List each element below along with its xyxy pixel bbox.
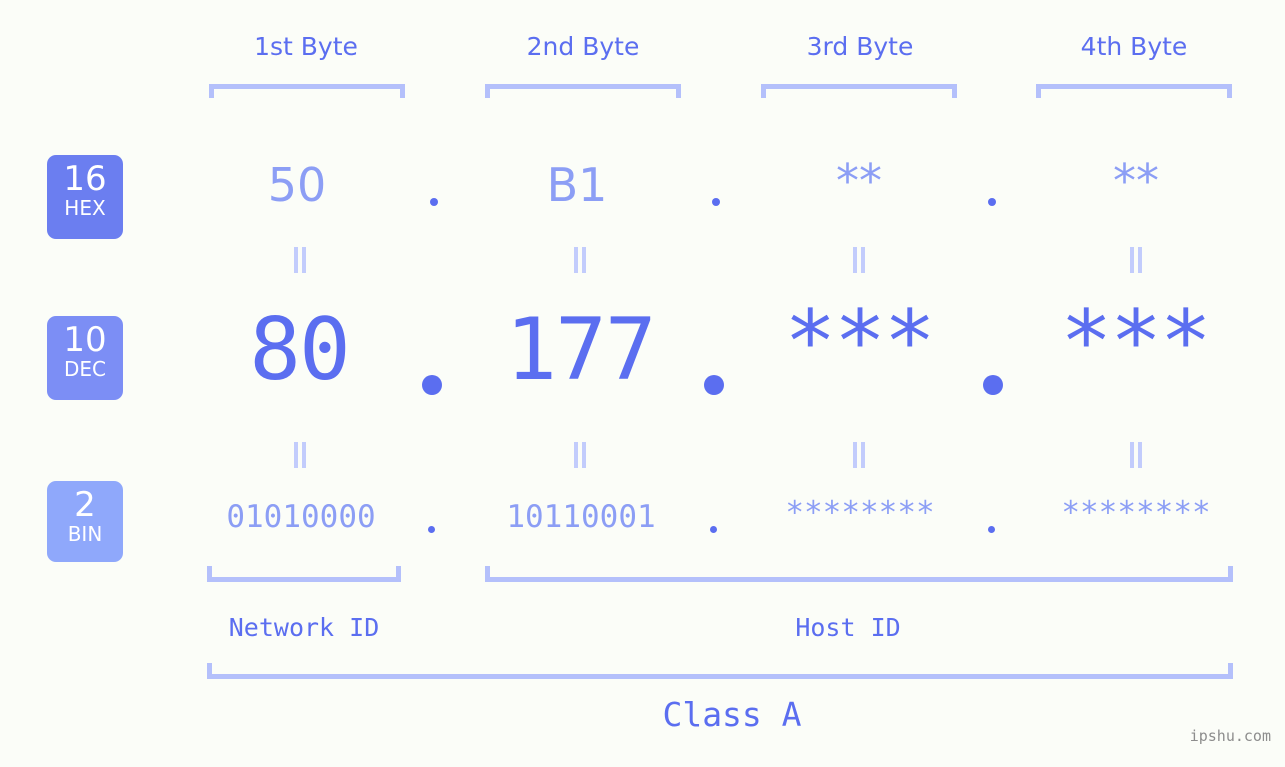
base-badge-dec-label: DEC xyxy=(63,357,106,381)
base-badge-bin: 2 BIN xyxy=(47,481,123,562)
host-id-bracket xyxy=(485,566,1233,582)
ip-byte-diagram: 1st Byte 2nd Byte 3rd Byte 4th Byte 16 H… xyxy=(0,0,1285,767)
equality-connector-dec-bin-2 xyxy=(572,442,588,468)
network-id-label: Network ID xyxy=(228,613,380,642)
bin-value-byte-1: 01010000 xyxy=(226,499,376,535)
byte-bracket-top-3 xyxy=(761,84,957,98)
base-badge-bin-label: BIN xyxy=(67,522,103,546)
dec-value-byte-1: 80 xyxy=(249,300,351,400)
base-badge-bin-number: 2 xyxy=(74,485,96,525)
hex-value-byte-3: ** xyxy=(836,154,882,208)
byte-bracket-top-4 xyxy=(1036,84,1232,98)
equality-connector-dec-bin-3 xyxy=(851,442,867,468)
bin-dot-separator-2 xyxy=(710,526,717,533)
bin-value-byte-2: 10110001 xyxy=(506,499,656,535)
bin-value-byte-4: ******** xyxy=(1061,495,1211,531)
equality-connector-hex-dec-4 xyxy=(1128,247,1144,273)
bin-value-byte-3: ******** xyxy=(785,495,935,531)
bin-dot-separator-3 xyxy=(988,526,995,533)
byte-header-3: 3rd Byte xyxy=(806,32,914,61)
hex-value-byte-1: 50 xyxy=(267,158,327,212)
hex-value-byte-4: ** xyxy=(1113,154,1159,208)
base-badge-hex: 16 HEX xyxy=(47,155,123,239)
equality-connector-hex-dec-2 xyxy=(572,247,588,273)
equality-connector-dec-bin-4 xyxy=(1128,442,1144,468)
host-id-label: Host ID xyxy=(795,613,901,642)
dec-dot-separator-1 xyxy=(422,375,442,395)
bin-dot-separator-1 xyxy=(428,526,435,533)
hex-value-byte-2: B1 xyxy=(546,158,608,212)
hex-dot-separator-2 xyxy=(712,198,720,206)
hex-dot-separator-3 xyxy=(988,198,996,206)
byte-header-1: 1st Byte xyxy=(254,32,358,61)
dec-value-byte-2: 177 xyxy=(505,300,656,400)
hex-dot-separator-1 xyxy=(430,198,438,206)
dec-value-byte-4: *** xyxy=(1060,292,1211,392)
base-badge-hex-label: HEX xyxy=(64,196,106,220)
base-badge-dec: 10 DEC xyxy=(47,316,123,400)
dec-value-byte-3: *** xyxy=(784,292,935,392)
dec-dot-separator-3 xyxy=(983,375,1003,395)
class-bracket xyxy=(207,663,1233,679)
dec-dot-separator-2 xyxy=(704,375,724,395)
equality-connector-dec-bin-1 xyxy=(292,442,308,468)
byte-header-2: 2nd Byte xyxy=(526,32,640,61)
equality-connector-hex-dec-1 xyxy=(292,247,308,273)
byte-bracket-top-2 xyxy=(485,84,681,98)
watermark: ipshu.com xyxy=(1189,727,1271,745)
byte-bracket-top-1 xyxy=(209,84,405,98)
network-id-bracket xyxy=(207,566,401,582)
base-badge-dec-number: 10 xyxy=(63,320,107,360)
byte-header-4: 4th Byte xyxy=(1080,32,1188,61)
class-label: Class A xyxy=(662,695,802,734)
base-badge-hex-number: 16 xyxy=(63,159,107,199)
equality-connector-hex-dec-3 xyxy=(851,247,867,273)
